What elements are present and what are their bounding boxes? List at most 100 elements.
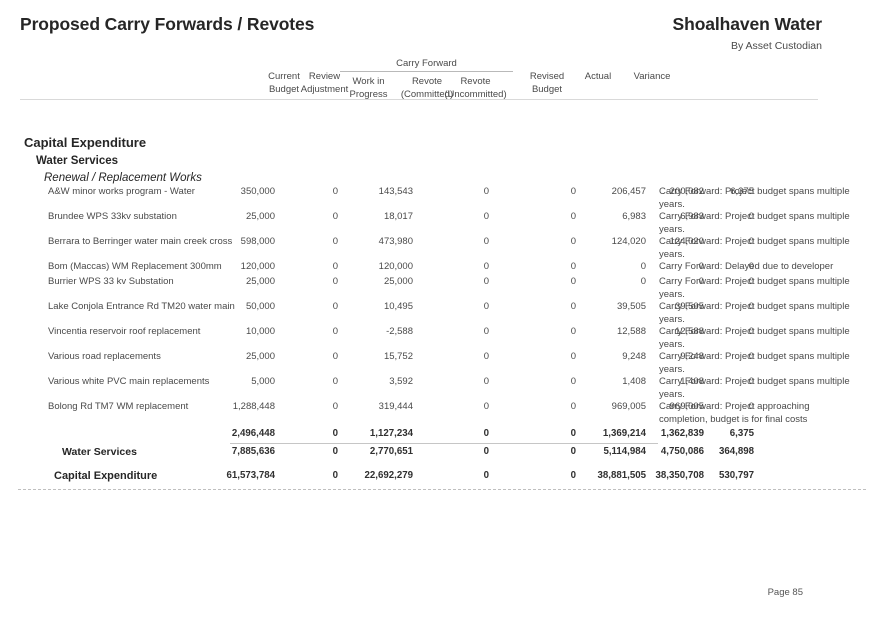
section-heading-water-services: Water Services <box>36 155 119 167</box>
row-revote-uncommitted: 0 <box>570 236 576 247</box>
row-description: Various white PVC main replacements <box>48 376 210 387</box>
row-current-budget: 598,000 <box>240 236 275 247</box>
organisation-name: Shoalhaven Water <box>672 14 823 34</box>
row-revote-committed: 0 <box>483 261 489 272</box>
row-revote-committed: 0 <box>483 301 489 312</box>
row-review-adjustment: 0 <box>332 376 338 387</box>
row-revote-committed: 0 <box>483 236 489 247</box>
column-header-revised-budget: Revised Budget <box>516 71 578 96</box>
table-row[interactable]: Bom (Maccas) WM Replacement 300mm 120,00… <box>0 261 889 276</box>
subtotal-variance: 6,375 <box>729 428 754 439</box>
row-current-budget: 10,000 <box>245 326 275 337</box>
row-note: Carry Forward: Project budget spans mult… <box>659 351 850 375</box>
row-revote-committed: 0 <box>483 211 489 222</box>
capital-expenditure-revised-budget: 38,881,505 <box>597 470 647 481</box>
row-review-adjustment: 0 <box>332 401 338 412</box>
row-revote-committed: 0 <box>483 186 489 197</box>
water-services-variance: 364,898 <box>718 446 754 457</box>
row-revote-committed: 0 <box>483 351 489 362</box>
row-review-adjustment: 0 <box>332 186 338 197</box>
water-services-revote-committed: 0 <box>483 446 489 457</box>
row-review-adjustment: 0 <box>332 301 338 312</box>
water-services-current-budget: 7,885,636 <box>231 446 275 457</box>
capital-expenditure-current-budget: 61,573,784 <box>226 470 276 481</box>
row-revised-budget: 0 <box>640 261 646 272</box>
row-review-adjustment: 0 <box>332 276 338 287</box>
carry-forward-group-rule <box>340 71 513 72</box>
row-revised-budget: 9,248 <box>622 351 646 362</box>
column-header-variance: Variance <box>633 71 671 82</box>
row-note: Carry Forward: Project budget spans mult… <box>659 326 850 350</box>
row-revote-uncommitted: 0 <box>570 401 576 412</box>
subtotal-work-in-progress: 1,127,234 <box>369 428 413 439</box>
report-grouping-label: By Asset Custodian <box>730 40 822 52</box>
row-revised-budget: 206,457 <box>611 186 646 197</box>
row-current-budget: 5,000 <box>251 376 275 387</box>
row-current-budget: 1,288,448 <box>232 401 275 412</box>
table-row[interactable]: Various road replacements 25,000 0 15,75… <box>0 351 889 376</box>
subtotal-revote-uncommitted: 0 <box>570 428 576 439</box>
table-row[interactable]: Lake Conjola Entrance Rd TM20 water main… <box>0 301 889 326</box>
row-work-in-progress: 10,495 <box>383 301 413 312</box>
row-description: Vincentia reservoir roof replacement <box>48 326 201 337</box>
row-current-budget: 50,000 <box>245 301 275 312</box>
row-note: Carry Forward: Delayed due to developer <box>659 261 834 272</box>
capital-expenditure-revote-committed: 0 <box>483 470 489 481</box>
column-header-work-in-progress: Work in Progress <box>341 76 396 101</box>
row-work-in-progress: 120,000 <box>378 261 413 272</box>
table-row[interactable]: Vincentia reservoir roof replacement 10,… <box>0 326 889 351</box>
column-header-revised-budget-line1: Revised <box>529 71 565 82</box>
table-row[interactable]: Bolong Rd TM7 WM replacement 1,288,448 0… <box>0 401 889 426</box>
row-description: Brundee WPS 33kv substation <box>48 211 177 222</box>
table-row[interactable]: Various white PVC main replacements 5,00… <box>0 376 889 401</box>
water-services-review-adjustment: 0 <box>332 446 338 457</box>
row-current-budget: 25,000 <box>245 276 275 287</box>
table-row[interactable]: Burrier WPS 33 kv Substation 25,000 0 25… <box>0 276 889 301</box>
column-header-revote-uncommitted-line1: Revote <box>460 76 491 87</box>
table-body: A&W minor works program - Water 350,000 … <box>0 186 889 426</box>
row-work-in-progress: 473,980 <box>378 236 413 247</box>
row-current-budget: 120,000 <box>240 261 275 272</box>
document-header: Proposed Carry Forwards / Revotes Shoalh… <box>20 14 822 54</box>
row-description: Various road replacements <box>48 351 161 362</box>
table-row[interactable]: A&W minor works program - Water 350,000 … <box>0 186 889 211</box>
water-services-total-label: Water Services <box>62 446 137 458</box>
row-description: A&W minor works program - Water <box>48 186 195 197</box>
table-column-headers: Current Budget Review Adjustment Carry F… <box>20 58 869 101</box>
row-note: Carry Forward: Project budget spans mult… <box>659 236 850 260</box>
row-revote-uncommitted: 0 <box>570 376 576 387</box>
row-revote-uncommitted: 0 <box>570 261 576 272</box>
row-revised-budget: 12,588 <box>616 326 646 337</box>
row-revised-budget: 969,005 <box>611 401 646 412</box>
row-revote-uncommitted: 0 <box>570 301 576 312</box>
row-note: Carry Forward: Project budget spans mult… <box>659 186 850 210</box>
row-revote-uncommitted: 0 <box>570 211 576 222</box>
row-review-adjustment: 0 <box>332 261 338 272</box>
row-revised-budget: 0 <box>640 276 646 287</box>
subtotal-revote-committed: 0 <box>483 428 489 439</box>
table-row[interactable]: Brundee WPS 33kv substation 25,000 0 18,… <box>0 211 889 236</box>
row-work-in-progress: 15,752 <box>383 351 413 362</box>
row-description: Bom (Maccas) WM Replacement 300mm <box>48 261 222 272</box>
row-work-in-progress: 3,592 <box>389 376 413 387</box>
row-current-budget: 350,000 <box>240 186 275 197</box>
row-note: Carry Forward: Project budget spans mult… <box>659 211 850 235</box>
page-number: Page 85 <box>767 587 803 598</box>
section-heading-renewal-replacement-works: Renewal / Replacement Works <box>44 172 202 184</box>
water-services-revised-budget: 5,114,984 <box>603 446 646 457</box>
section-heading-capital-expenditure: Capital Expenditure <box>24 135 147 150</box>
row-revote-committed: 0 <box>483 401 489 412</box>
row-note: Carry Forward: Project budget spans mult… <box>659 301 850 325</box>
row-revised-budget: 39,505 <box>616 301 646 312</box>
table-row[interactable]: Berrara to Berringer water main creek cr… <box>0 236 889 261</box>
row-note: Carry Forward: Project budget spans mult… <box>659 376 850 400</box>
subtotal-revised-budget: 1,369,214 <box>602 428 646 439</box>
row-work-in-progress: 25,000 <box>383 276 413 287</box>
row-revote-committed: 0 <box>483 326 489 337</box>
capital-expenditure-variance: 530,797 <box>718 470 754 481</box>
row-description: Berrara to Berringer water main creek cr… <box>48 236 233 247</box>
row-note: Carry Forward: Project budget spans mult… <box>659 276 850 300</box>
subtotal-actual: 1,362,839 <box>660 428 704 439</box>
capital-expenditure-revote-uncommitted: 0 <box>570 470 576 481</box>
water-services-revote-uncommitted: 0 <box>570 446 576 457</box>
